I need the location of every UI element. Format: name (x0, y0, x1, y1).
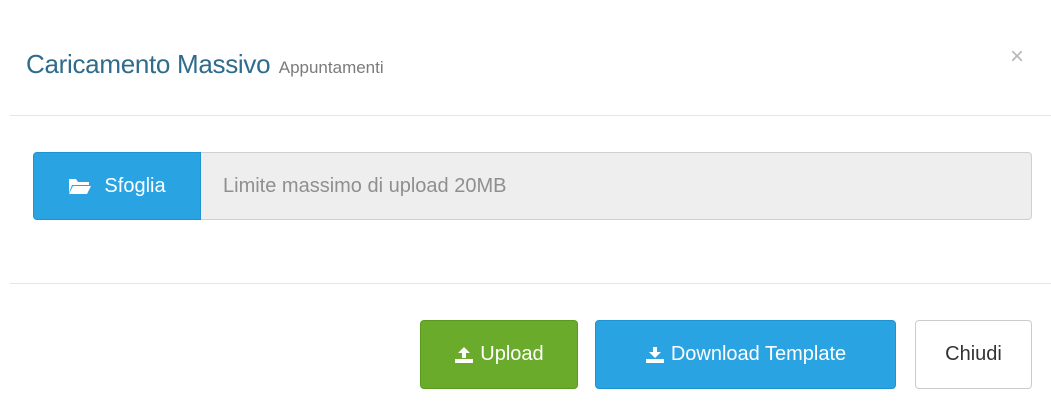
upload-button-label: Upload (480, 343, 544, 365)
file-name-placeholder: Limite massimo di upload 20MB (223, 174, 507, 197)
file-name-field[interactable]: Limite massimo di upload 20MB (201, 152, 1032, 220)
bulk-upload-modal: Caricamento Massivo Appuntamenti × Sfogl… (0, 0, 1051, 416)
close-icon[interactable]: × (1005, 44, 1029, 70)
file-input-group: Sfoglia Limite massimo di upload 20MB (33, 152, 1032, 220)
upload-icon (455, 346, 474, 363)
close-button[interactable]: Chiudi (915, 320, 1032, 389)
modal-header: Caricamento Massivo Appuntamenti × (0, 0, 1051, 115)
upload-button[interactable]: Upload (420, 320, 578, 389)
browse-button[interactable]: Sfoglia (33, 152, 201, 220)
download-icon (645, 346, 664, 363)
download-template-label: Download Template (670, 343, 847, 365)
modal-title-main: Caricamento Massivo (26, 49, 271, 79)
browse-button-label: Sfoglia (104, 174, 166, 197)
folder-open-icon (69, 179, 92, 194)
close-button-label: Chiudi (945, 343, 1002, 365)
download-template-button[interactable]: Download Template (595, 320, 896, 389)
modal-title: Caricamento Massivo Appuntamenti (26, 49, 384, 80)
footer-divider (10, 283, 1051, 284)
modal-title-subtitle: Appuntamenti (278, 58, 384, 77)
header-divider (10, 115, 1051, 116)
